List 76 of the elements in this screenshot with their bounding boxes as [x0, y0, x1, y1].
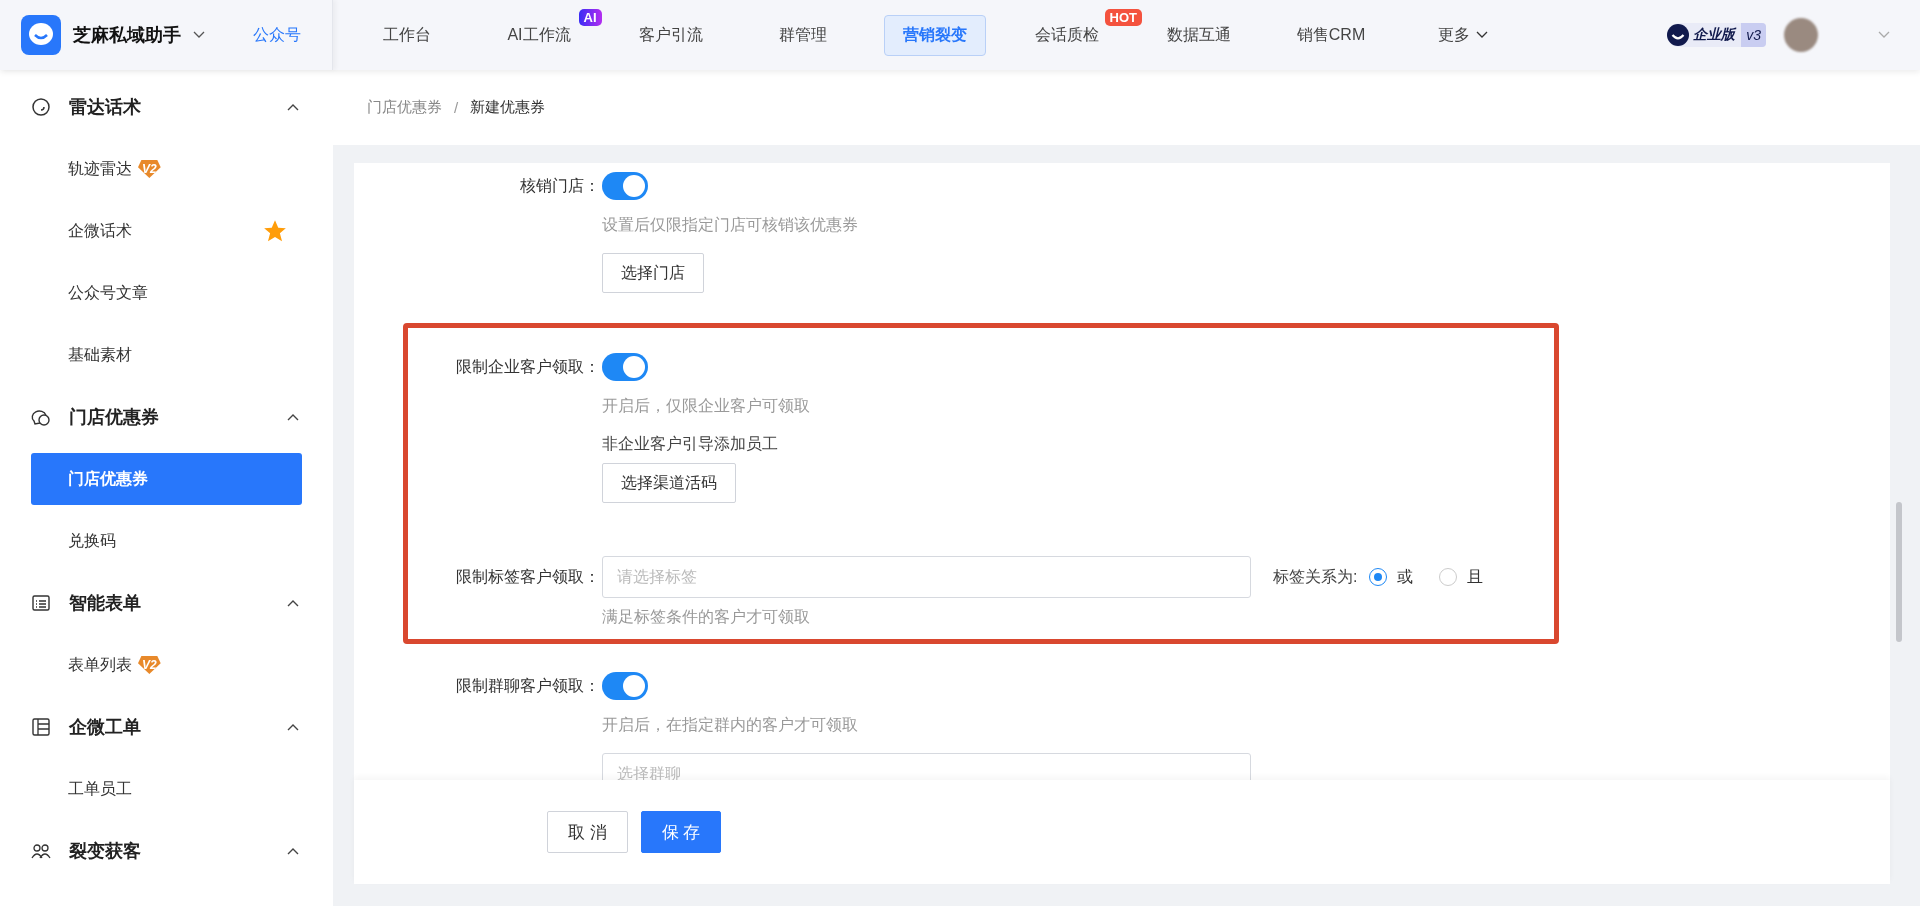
nav-tab[interactable]: 工作台 — [364, 14, 450, 56]
edition-logo-icon — [1667, 24, 1690, 46]
nav-tab[interactable]: 销售CRM — [1277, 14, 1385, 56]
breadcrumb-item: 新建优惠券 — [470, 98, 546, 117]
sidebar-group-label: 智能表单 — [69, 592, 141, 615]
nav-tab[interactable]: 群管理 — [760, 14, 846, 56]
sidebar-item-label: 兑换码 — [68, 530, 116, 551]
nav-tab[interactable]: 更多 — [1419, 14, 1507, 56]
star-icon[interactable] — [262, 218, 288, 244]
sidebar-group[interactable]: 裂变获客 — [0, 820, 333, 882]
sidebar-group[interactable]: 门店优惠券 — [0, 386, 333, 448]
radar-icon — [31, 97, 51, 117]
nav-tab[interactable]: 数据互通 — [1148, 14, 1250, 56]
select-button[interactable]: 选择渠道活码 — [602, 463, 736, 503]
app-logo-icon — [21, 15, 61, 55]
sidebar-item-label: 表单列表 — [68, 654, 132, 675]
sidebar-group-label: 门店优惠券 — [69, 406, 159, 429]
chat-icon — [31, 407, 51, 427]
sidebar-item[interactable]: 公众号文章 — [31, 267, 302, 319]
field-label: 限制群聊客户领取： — [455, 676, 600, 696]
field-label: 限制企业客户领取： — [455, 357, 600, 377]
note-text: 非企业客户引导添加员工 — [602, 434, 779, 454]
sidebar-item[interactable]: 企微话术 — [31, 205, 302, 257]
nav-badge: AI — [578, 8, 602, 26]
radio-label: 且 — [1467, 566, 1484, 587]
hint-text: 设置后仅限指定门店可核销该优惠券 — [602, 215, 859, 235]
edition-label: 企业版 — [1692, 26, 1738, 44]
sidebar-group[interactable]: 智能表单 — [0, 572, 333, 634]
hint-text: 开启后，仅限企业客户可领取 — [602, 396, 811, 416]
tag-select-field[interactable]: 请选择标签 — [602, 556, 1251, 598]
sidebar-item-label: 公众号文章 — [68, 282, 148, 303]
version-badge: V2 — [138, 160, 161, 178]
save-button[interactable]: 保 存 — [640, 811, 722, 853]
field-label: 核销门店： — [519, 176, 600, 196]
official-account-link[interactable]: 公众号 — [253, 24, 301, 46]
sidebar-item[interactable]: 表单列表 V2 — [31, 639, 302, 691]
field-label: 限制标签客户领取： — [455, 567, 600, 587]
sidebar-item-label: 基础素材 — [68, 344, 132, 365]
sidebar-item-label: 企微话术 — [68, 220, 132, 241]
select-button[interactable]: 选择门店 — [602, 253, 704, 293]
sidebar-item[interactable]: 工单员工 — [31, 763, 302, 815]
sidebar-group[interactable]: 雷达话术 — [0, 76, 333, 138]
sidebar-item-label: 轨迹雷达 — [68, 158, 132, 179]
sidebar-item[interactable]: 基础素材 — [31, 329, 302, 381]
cancel-button[interactable]: 取 消 — [547, 811, 628, 853]
sidebar-group[interactable]: 企微工单 — [0, 696, 333, 758]
sidebar-group-label: 雷达话术 — [69, 96, 141, 119]
edition-version: v3 — [1741, 23, 1766, 47]
toggle-switch[interactable] — [602, 353, 648, 381]
hint-text: 开启后，在指定群内的客户才可领取 — [602, 715, 859, 735]
table-icon — [31, 717, 51, 737]
toggle-switch[interactable] — [602, 172, 648, 200]
sidebar-group-label: 裂变获客 — [69, 840, 141, 863]
hint-text: 满足标签条件的客户才可领取 — [602, 607, 811, 627]
breadcrumb-separator: / — [454, 99, 459, 116]
user-avatar[interactable] — [1784, 18, 1818, 52]
breadcrumb-item[interactable]: 门店优惠券 — [367, 98, 442, 117]
nav-tab[interactable]: 客户引流 — [620, 14, 722, 56]
people-icon — [31, 841, 51, 861]
nav-badge: HOT — [1104, 8, 1142, 26]
scrollbar-thumb[interactable] — [1896, 502, 1902, 642]
sidebar-item-label: 门店优惠券 — [68, 468, 148, 489]
sidebar-item[interactable]: 兑换码 — [31, 515, 302, 567]
caret-icon[interactable] — [193, 31, 205, 39]
app-name: 芝麻私域助手 — [73, 24, 181, 47]
list-icon — [31, 593, 51, 613]
sidebar-item[interactable]: 轨迹雷达 V2 — [31, 143, 302, 195]
radio-label: 或 — [1397, 566, 1414, 587]
toggle-switch[interactable] — [602, 672, 648, 700]
version-badge: V2 — [138, 656, 161, 674]
sidebar-item[interactable]: 门店优惠券 — [31, 453, 302, 505]
sidebar-group-label: 企微工单 — [69, 716, 141, 739]
relation-label: 标签关系为: — [1273, 566, 1358, 587]
radio-button[interactable] — [1439, 568, 1458, 586]
radio-button[interactable] — [1369, 568, 1388, 586]
sidebar-item-label: 工单员工 — [68, 778, 132, 799]
